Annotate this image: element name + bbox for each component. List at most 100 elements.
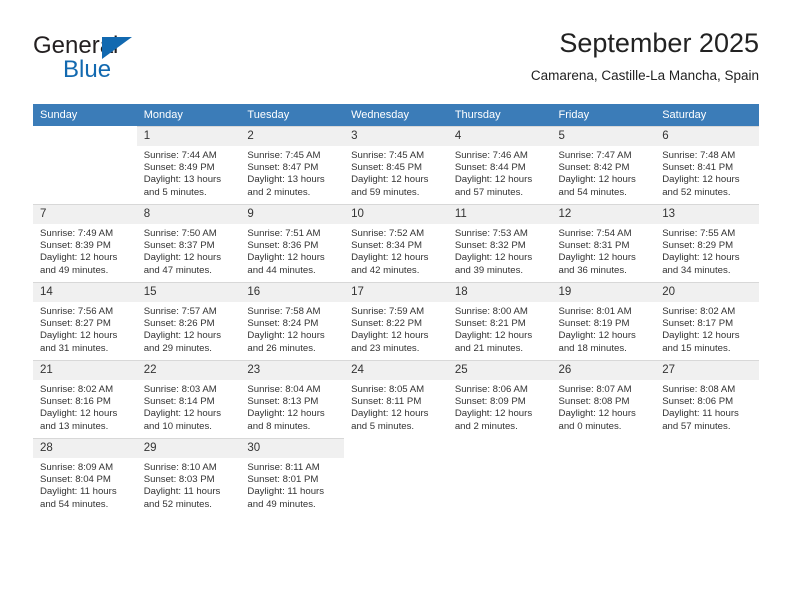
- logo-text-blue: Blue: [63, 56, 112, 83]
- day-sun-info: Sunrise: 8:02 AM Sunset: 8:17 PM Daylight:…: [655, 302, 759, 355]
- daylight-text-line2: and 49 minutes.: [40, 264, 109, 276]
- calendar-day-cell[interactable]: 24 Sunrise: 8:05 AM Sunset: 8:11 PM Dayligh…: [344, 360, 448, 438]
- day-10[interactable]: 10 Sunrise: 7:52 AM Sunset: 8:34 PM Dayligh…: [344, 204, 448, 282]
- day-2[interactable]: 2 Sunrise: 7:45 AM Sunset: 8:47 PM Daylight…: [240, 126, 345, 204]
- calendar-day-cell[interactable]: 7 Sunrise: 7:49 AM Sunset: 8:39 PM Daylight…: [33, 204, 137, 282]
- calendar-day-cell[interactable]: 10 Sunrise: 7:52 AM Sunset: 8:34 PM Dayligh…: [344, 204, 448, 282]
- day-22[interactable]: 22 Sunrise: 8:03 AM Sunset: 8:14 PM Dayligh…: [136, 360, 241, 438]
- calendar-day-cell[interactable]: 20 Sunrise: 8:02 AM Sunset: 8:17 PM Dayligh…: [655, 282, 759, 360]
- sunrise-text: Sunrise: 7:58 AM: [247, 306, 321, 317]
- day-number: 17: [344, 283, 448, 302]
- daylight-text-line2: and 29 minutes.: [143, 342, 212, 354]
- day-12[interactable]: 12 Sunrise: 7:54 AM Sunset: 8:31 PM Dayligh…: [551, 204, 656, 282]
- calendar-day-cell[interactable]: 27 Sunrise: 8:08 AM Sunset: 8:06 PM Dayligh…: [655, 360, 759, 438]
- day-29[interactable]: 29 Sunrise: 8:10 AM Sunset: 8:03 PM Dayligh…: [136, 438, 241, 516]
- day-24[interactable]: 24 Sunrise: 8:05 AM Sunset: 8:11 PM Dayligh…: [344, 360, 448, 438]
- daylight-text-line1: Daylight: 12 hours: [143, 408, 222, 420]
- calendar-day-cell[interactable]: 23 Sunrise: 8:04 AM Sunset: 8:13 PM Dayligh…: [240, 360, 345, 438]
- calendar-day-cell[interactable]: 12 Sunrise: 7:54 AM Sunset: 8:31 PM Dayligh…: [551, 204, 656, 282]
- day-sun-info: Sunrise: 7:45 AM Sunset: 8:45 PM Daylight:…: [344, 146, 448, 199]
- calendar-day-cell[interactable]: 21 Sunrise: 8:02 AM Sunset: 8:16 PM Dayligh…: [33, 360, 137, 438]
- daylight-text-line2: and 0 minutes.: [558, 420, 622, 432]
- sunset-text: Sunset: 8:19 PM: [558, 318, 630, 330]
- calendar-day-cell[interactable]: 19 Sunrise: 8:01 AM Sunset: 8:19 PM Dayligh…: [551, 282, 656, 360]
- sunrise-text: Sunrise: 7:46 AM: [454, 150, 528, 161]
- calendar-day-cell[interactable]: 14 Sunrise: 7:56 AM Sunset: 8:27 PM Dayligh…: [33, 282, 137, 360]
- day-sun-info: Sunrise: 8:11 AM Sunset: 8:01 PM Daylight:…: [240, 458, 344, 511]
- day-5[interactable]: 5 Sunrise: 7:47 AM Sunset: 8:42 PM Daylight…: [551, 126, 656, 204]
- calendar-day-cell[interactable]: 25 Sunrise: 8:06 AM Sunset: 8:09 PM Dayligh…: [447, 360, 552, 438]
- day-15[interactable]: 15 Sunrise: 7:57 AM Sunset: 8:26 PM Dayligh…: [136, 282, 241, 360]
- day-26[interactable]: 26 Sunrise: 8:07 AM Sunset: 8:08 PM Dayligh…: [551, 360, 656, 438]
- day-sun-info: Sunrise: 7:58 AM Sunset: 8:24 PM Daylight:…: [240, 302, 344, 355]
- day-1[interactable]: 1 Sunrise: 7:44 AM Sunset: 8:49 PM Daylight…: [136, 126, 241, 204]
- sunrise-text: Sunrise: 8:11 AM: [247, 462, 320, 473]
- day-30[interactable]: 30 Sunrise: 8:11 AM Sunset: 8:01 PM Dayligh…: [240, 438, 345, 516]
- day-13[interactable]: 13 Sunrise: 7:55 AM Sunset: 8:29 PM Dayligh…: [655, 204, 759, 282]
- daylight-text-line2: and 15 minutes.: [662, 342, 731, 354]
- day-4[interactable]: 4 Sunrise: 7:46 AM Sunset: 8:44 PM Daylight…: [447, 126, 552, 204]
- day-11[interactable]: 11 Sunrise: 7:53 AM Sunset: 8:32 PM Dayligh…: [447, 204, 552, 282]
- daylight-text-line2: and 44 minutes.: [247, 264, 316, 276]
- day-28[interactable]: 28 Sunrise: 8:09 AM Sunset: 8:04 PM Dayligh…: [33, 438, 137, 516]
- calendar-day-cell[interactable]: 18 Sunrise: 8:00 AM Sunset: 8:21 PM Dayligh…: [447, 282, 552, 360]
- day-6[interactable]: 6 Sunrise: 7:48 AM Sunset: 8:41 PM Daylight…: [655, 126, 759, 204]
- calendar-day-cell[interactable]: 22 Sunrise: 8:03 AM Sunset: 8:14 PM Dayligh…: [136, 360, 241, 438]
- sunset-text: Sunset: 8:37 PM: [143, 240, 215, 252]
- calendar-day-cell[interactable]: 17 Sunrise: 7:59 AM Sunset: 8:22 PM Dayligh…: [344, 282, 448, 360]
- calendar-day-cell[interactable]: 1 Sunrise: 7:44 AM Sunset: 8:49 PM Daylight…: [136, 126, 241, 204]
- day-14[interactable]: 14 Sunrise: 7:56 AM Sunset: 8:27 PM Dayligh…: [33, 282, 137, 360]
- daylight-text-line2: and 49 minutes.: [247, 498, 316, 510]
- day-sun-info: Sunrise: 7:45 AM Sunset: 8:47 PM Daylight:…: [240, 146, 344, 199]
- daylight-text-line1: Daylight: 11 hours: [662, 408, 739, 420]
- day-19[interactable]: 19 Sunrise: 8:01 AM Sunset: 8:19 PM Dayligh…: [551, 282, 656, 360]
- daylight-text-line2: and 5 minutes.: [143, 186, 207, 198]
- day-18[interactable]: 18 Sunrise: 8:00 AM Sunset: 8:21 PM Dayligh…: [447, 282, 552, 360]
- calendar-day-cell[interactable]: 13 Sunrise: 7:55 AM Sunset: 8:29 PM Dayligh…: [655, 204, 759, 282]
- day-16[interactable]: 16 Sunrise: 7:58 AM Sunset: 8:24 PM Dayligh…: [240, 282, 345, 360]
- sunset-text: Sunset: 8:36 PM: [247, 240, 319, 252]
- daylight-text-line2: and 18 minutes.: [558, 342, 627, 354]
- day-20[interactable]: 20 Sunrise: 8:02 AM Sunset: 8:17 PM Dayligh…: [655, 282, 759, 360]
- calendar-day-cell[interactable]: 5 Sunrise: 7:47 AM Sunset: 8:42 PM Daylight…: [551, 126, 656, 204]
- day-25[interactable]: 25 Sunrise: 8:06 AM Sunset: 8:09 PM Dayligh…: [447, 360, 552, 438]
- day-8[interactable]: 8 Sunrise: 7:50 AM Sunset: 8:37 PM Daylight…: [136, 204, 241, 282]
- general-blue-logo[interactable]: General Blue: [33, 32, 233, 88]
- sunrise-text: Sunrise: 8:04 AM: [247, 384, 321, 395]
- daylight-text-line2: and 52 minutes.: [662, 186, 731, 198]
- calendar-day-cell[interactable]: 8 Sunrise: 7:50 AM Sunset: 8:37 PM Daylight…: [136, 204, 241, 282]
- sunset-text: Sunset: 8:26 PM: [143, 318, 215, 330]
- day-sun-info: Sunrise: 7:50 AM Sunset: 8:37 PM Daylight:…: [137, 224, 241, 277]
- sunrise-text: Sunrise: 7:49 AM: [40, 228, 114, 239]
- calendar-day-cell[interactable]: 16 Sunrise: 7:58 AM Sunset: 8:24 PM Dayligh…: [240, 282, 345, 360]
- sunset-text: Sunset: 8:22 PM: [351, 318, 423, 330]
- calendar-day-cell[interactable]: 26 Sunrise: 8:07 AM Sunset: 8:08 PM Dayligh…: [551, 360, 656, 438]
- day-number: 28: [33, 439, 137, 458]
- calendar-day-cell[interactable]: 2 Sunrise: 7:45 AM Sunset: 8:47 PM Daylight…: [240, 126, 345, 204]
- daylight-text-line2: and 54 minutes.: [558, 186, 627, 198]
- calendar-day-cell[interactable]: 3 Sunrise: 7:45 AM Sunset: 8:45 PM Daylight…: [344, 126, 448, 204]
- day-23[interactable]: 23 Sunrise: 8:04 AM Sunset: 8:13 PM Dayligh…: [240, 360, 345, 438]
- calendar-day-cell[interactable]: 29 Sunrise: 8:10 AM Sunset: 8:03 PM Dayligh…: [136, 438, 241, 516]
- day-3[interactable]: 3 Sunrise: 7:45 AM Sunset: 8:45 PM Daylight…: [344, 126, 448, 204]
- weekday-header-saturday: Saturday: [655, 104, 759, 126]
- day-7[interactable]: 7 Sunrise: 7:49 AM Sunset: 8:39 PM Daylight…: [33, 204, 137, 282]
- sunrise-text: Sunrise: 7:45 AM: [247, 150, 321, 161]
- weekday-header-monday: Monday: [136, 104, 241, 126]
- day-number: 27: [655, 361, 759, 380]
- sunset-text: Sunset: 8:47 PM: [247, 162, 319, 174]
- calendar-day-cell[interactable]: 4 Sunrise: 7:46 AM Sunset: 8:44 PM Daylight…: [447, 126, 552, 204]
- calendar-body: 1 Sunrise: 7:44 AM Sunset: 8:49 PM Daylight…: [33, 126, 759, 516]
- calendar-day-cell[interactable]: 30 Sunrise: 8:11 AM Sunset: 8:01 PM Dayligh…: [240, 438, 345, 516]
- daylight-text-line2: and 31 minutes.: [40, 342, 109, 354]
- calendar-day-cell[interactable]: 11 Sunrise: 7:53 AM Sunset: 8:32 PM Dayligh…: [447, 204, 552, 282]
- calendar-day-cell[interactable]: 28 Sunrise: 8:09 AM Sunset: 8:04 PM Dayligh…: [33, 438, 137, 516]
- day-9[interactable]: 9 Sunrise: 7:51 AM Sunset: 8:36 PM Daylight…: [240, 204, 345, 282]
- day-21[interactable]: 21 Sunrise: 8:02 AM Sunset: 8:16 PM Dayligh…: [33, 360, 137, 438]
- calendar-day-cell[interactable]: 6 Sunrise: 7:48 AM Sunset: 8:41 PM Daylight…: [655, 126, 759, 204]
- day-17[interactable]: 17 Sunrise: 7:59 AM Sunset: 8:22 PM Dayligh…: [344, 282, 448, 360]
- calendar-day-cell[interactable]: 9 Sunrise: 7:51 AM Sunset: 8:36 PM Daylight…: [240, 204, 345, 282]
- day-27[interactable]: 27 Sunrise: 8:08 AM Sunset: 8:06 PM Dayligh…: [655, 360, 759, 438]
- calendar-day-cell[interactable]: 15 Sunrise: 7:57 AM Sunset: 8:26 PM Dayligh…: [136, 282, 241, 360]
- sunrise-text: Sunrise: 8:10 AM: [143, 462, 217, 473]
